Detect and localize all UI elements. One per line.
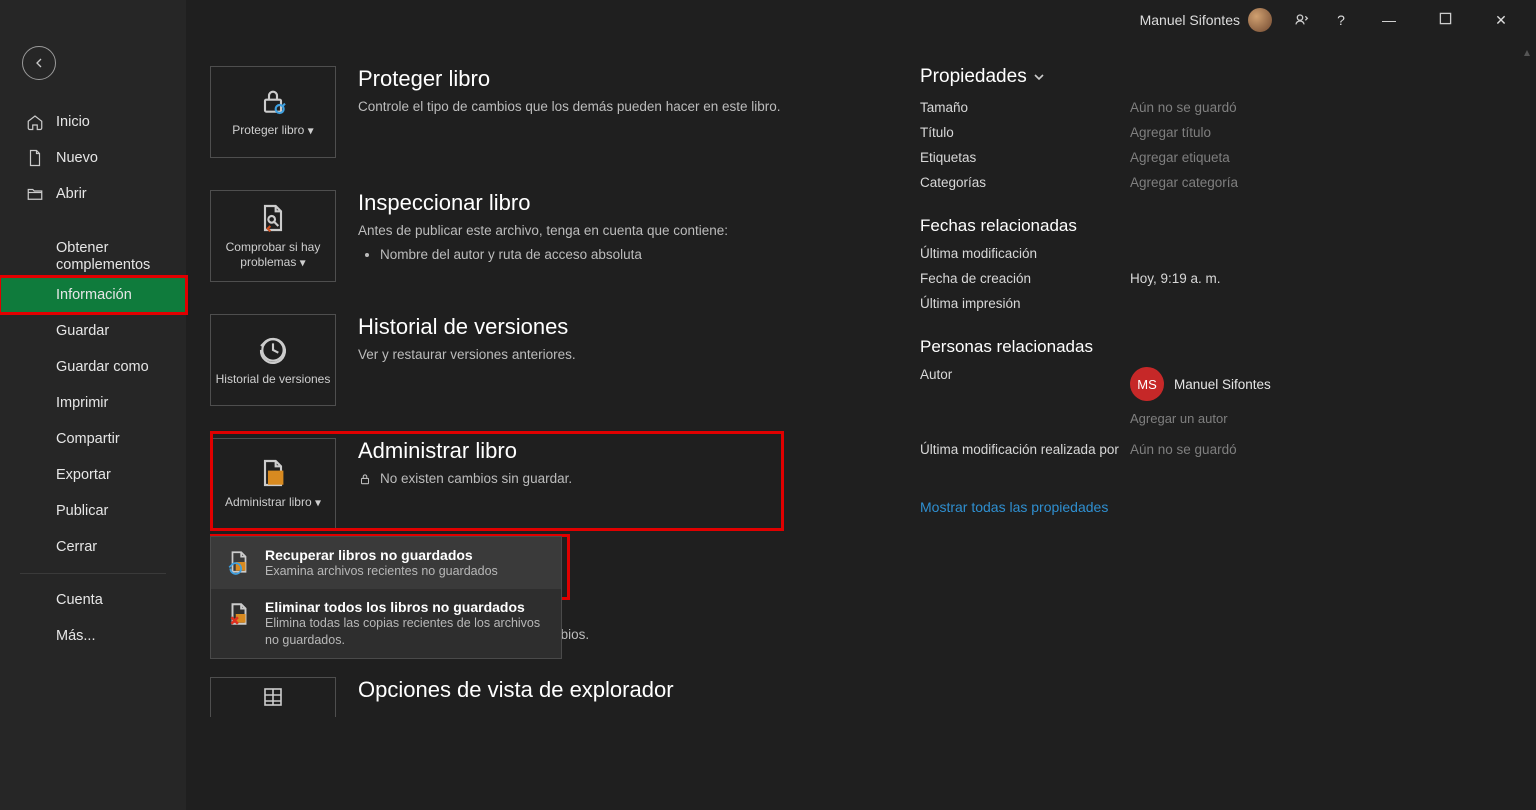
prop-label-title: Título <box>920 125 1130 140</box>
sidebar-item-abrir[interactable]: Abrir <box>0 176 186 212</box>
sidebar-item-exportar[interactable]: Exportar <box>0 457 186 493</box>
sidebar-item-guardar-como[interactable]: Guardar como <box>0 349 186 385</box>
related-people-heading: Personas relacionadas <box>920 337 1496 357</box>
sidebar-label: Abrir <box>56 186 87 202</box>
show-all-properties-link[interactable]: Mostrar todas las propiedades <box>920 499 1108 515</box>
menu-item-title: Eliminar todos los libros no guardados <box>265 599 547 615</box>
author-name: Manuel Sifontes <box>1174 377 1271 392</box>
delete-icon <box>225 599 253 648</box>
sidebar-item-mas[interactable]: Más... <box>0 618 186 654</box>
related-dates-heading: Fechas relacionadas <box>920 216 1496 236</box>
recover-icon <box>225 547 253 579</box>
section-desc: Antes de publicar este archivo, tenga en… <box>358 222 728 241</box>
section-title: Inspeccionar libro <box>358 190 728 216</box>
manage-icon <box>257 457 289 489</box>
prop-label-lastmodby: Última modificación realizada por <box>920 436 1130 457</box>
prop-label-modified: Última modificación <box>920 246 1130 261</box>
chevron-down-icon: ▾ <box>300 255 306 269</box>
menu-item-title: Recuperar libros no guardados <box>265 547 498 563</box>
prop-label-categories: Categorías <box>920 175 1130 190</box>
prop-label-printed: Última impresión <box>920 296 1130 311</box>
prop-val-created: Hoy, 9:19 a. m. <box>1130 271 1496 286</box>
chevron-down-icon <box>1033 71 1045 83</box>
menu-item-sub: Elimina todas las copias recientes de lo… <box>265 615 547 648</box>
section-desc: No existen cambios sin guardar. <box>358 470 572 489</box>
add-author-link[interactable]: Agregar un autor <box>1130 411 1496 426</box>
prop-label-author: Autor <box>920 367 1130 382</box>
sidebar-label: Publicar <box>56 503 108 519</box>
properties-grid: Tamaño Aún no se guardó Título Agregar t… <box>920 100 1496 190</box>
sidebar-item-nuevo[interactable]: Nuevo <box>0 140 186 176</box>
sidebar-label: Guardar <box>56 323 109 339</box>
author-entry[interactable]: MS Manuel Sifontes <box>1130 367 1496 401</box>
sidebar-label: Nuevo <box>56 150 98 166</box>
properties-heading[interactable]: Propiedades <box>920 66 1496 88</box>
prop-label-created: Fecha de creación <box>920 271 1130 286</box>
people-grid: Autor MS Manuel Sifontes Agregar un auto… <box>920 367 1496 457</box>
sidebar-label: Más... <box>56 628 95 644</box>
dates-grid: Última modificación Fecha de creación Ho… <box>920 246 1496 311</box>
lock-icon <box>257 85 289 117</box>
explorer-options-tile[interactable] <box>210 677 336 717</box>
inspect-bullet: Nombre del autor y ruta de acceso absolu… <box>380 247 728 262</box>
sidebar-label: Inicio <box>56 114 90 130</box>
lock-icon <box>358 472 372 486</box>
chevron-down-icon: ▾ <box>315 496 321 510</box>
sidebar-label: Guardar como <box>56 359 149 375</box>
sidebar-label: Cuenta <box>56 592 103 608</box>
sidebar-item-inicio[interactable]: Inicio <box>0 104 186 140</box>
sidebar-label: Exportar <box>56 467 111 483</box>
folder-icon <box>26 185 44 203</box>
menu-recover-unsaved[interactable]: Recuperar libros no guardados Examina ar… <box>211 537 561 589</box>
prop-val-categories[interactable]: Agregar categoría <box>1130 175 1496 190</box>
section-title: Proteger libro <box>358 66 781 92</box>
backstage-sidebar: Inicio Nuevo Abrir Obtener complementos … <box>0 0 186 810</box>
section-desc: Ver y restaurar versiones anteriores. <box>358 346 576 365</box>
sidebar-item-informacion[interactable]: Información <box>0 277 186 313</box>
prop-val-title[interactable]: Agregar título <box>1130 125 1496 140</box>
chevron-down-icon: ▾ <box>308 124 314 138</box>
file-icon <box>26 149 44 167</box>
menu-item-sub: Examina archivos recientes no guardados <box>265 563 498 579</box>
section-desc: Controle el tipo de cambios que los demá… <box>358 98 781 117</box>
sidebar-item-imprimir[interactable]: Imprimir <box>0 385 186 421</box>
version-history-tile[interactable]: Historial de versiones <box>210 314 336 406</box>
author-initials-badge: MS <box>1130 367 1164 401</box>
sidebar-label: Compartir <box>56 431 120 447</box>
prop-val-tags[interactable]: Agregar etiqueta <box>1130 150 1496 165</box>
inspect-workbook-tile[interactable]: Comprobar si hay problemas ▾ <box>210 190 336 282</box>
manage-workbook-menu: Recuperar libros no guardados Examina ar… <box>210 536 562 659</box>
sidebar-item-publicar[interactable]: Publicar <box>0 493 186 529</box>
protect-workbook-tile[interactable]: Proteger libro ▾ <box>210 66 336 158</box>
sidebar-label: Obtener complementos <box>56 240 168 273</box>
back-button[interactable] <box>22 46 56 80</box>
sidebar-item-compartir[interactable]: Compartir <box>0 421 186 457</box>
sidebar-item-cerrar[interactable]: Cerrar <box>0 529 186 565</box>
manage-workbook-tile[interactable]: Administrar libro ▾ <box>210 438 336 530</box>
prop-label-size: Tamaño <box>920 100 1130 115</box>
sidebar-label: Información <box>56 287 132 303</box>
inspect-icon <box>257 202 289 234</box>
section-title: Administrar libro <box>358 438 572 464</box>
section-title: Historial de versiones <box>358 314 576 340</box>
addins-icon <box>26 248 44 266</box>
sidebar-item-guardar[interactable]: Guardar <box>0 313 186 349</box>
prop-val-size: Aún no se guardó <box>1130 100 1496 115</box>
prop-val-lastmodby: Aún no se guardó <box>1130 436 1496 457</box>
menu-delete-unsaved[interactable]: Eliminar todos los libros no guardados E… <box>211 589 561 658</box>
sidebar-label: Cerrar <box>56 539 97 555</box>
sidebar-item-cuenta[interactable]: Cuenta <box>0 582 186 618</box>
prop-label-tags: Etiquetas <box>920 150 1130 165</box>
sidebar-label: Imprimir <box>56 395 108 411</box>
home-icon <box>26 113 44 131</box>
grid-icon <box>257 681 289 713</box>
section-title: Opciones de vista de explorador <box>358 677 674 703</box>
sidebar-item-complementos[interactable]: Obtener complementos <box>0 236 186 277</box>
history-icon <box>257 334 289 366</box>
